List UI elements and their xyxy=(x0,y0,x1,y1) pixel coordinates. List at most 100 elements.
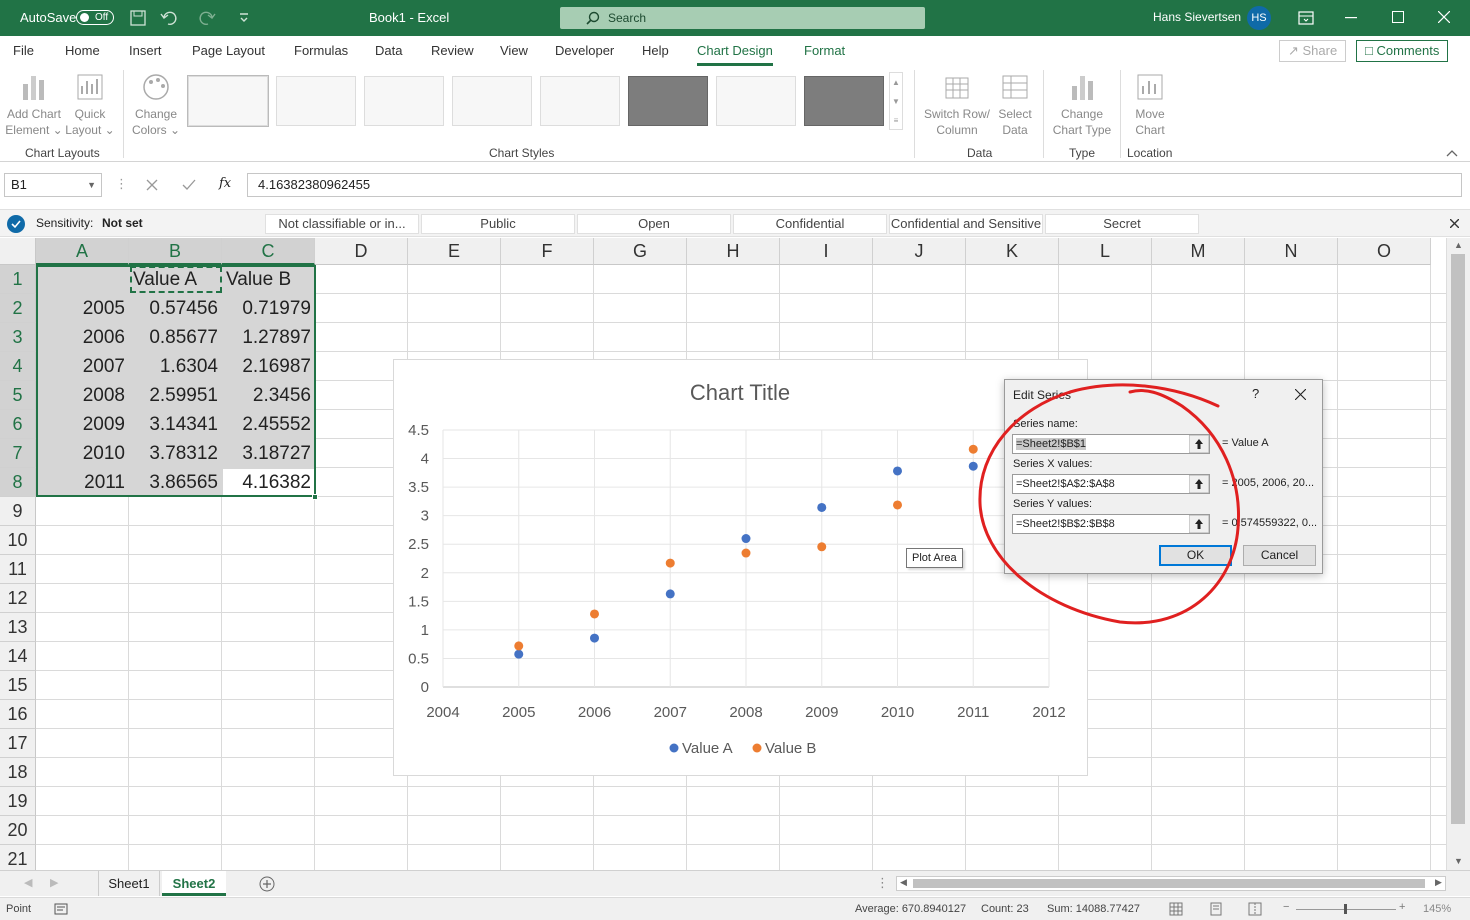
data-point-value-b[interactable] xyxy=(514,641,524,651)
horizontal-scrollbar[interactable]: ◀ ▶ xyxy=(896,876,1446,891)
row-header-14[interactable]: 14 xyxy=(0,642,36,671)
data-point-value-a[interactable] xyxy=(665,589,675,599)
maximize-icon[interactable] xyxy=(1392,11,1404,23)
column-header-f[interactable]: F xyxy=(501,238,594,265)
row-header-7[interactable]: 7 xyxy=(0,439,36,468)
cancel-button[interactable]: Cancel xyxy=(1243,545,1316,566)
tab-help[interactable]: Help xyxy=(642,43,669,58)
insert-function-icon[interactable]: fx xyxy=(219,176,231,191)
tab-formulas[interactable]: Formulas xyxy=(294,43,348,58)
change-colors-button[interactable]: Change Colors ⌄ xyxy=(128,72,184,138)
column-header-g[interactable]: G xyxy=(594,238,687,265)
chart-style-6[interactable] xyxy=(628,76,708,126)
row-header-18[interactable]: 18 xyxy=(0,758,36,787)
row-header-8[interactable]: 8 xyxy=(0,468,36,497)
macro-recording-icon[interactable] xyxy=(54,903,68,915)
data-point-value-a[interactable] xyxy=(514,649,524,659)
column-header-i[interactable]: I xyxy=(780,238,873,265)
column-header-l[interactable]: L xyxy=(1059,238,1152,265)
save-icon[interactable] xyxy=(130,10,146,26)
row-header-10[interactable]: 10 xyxy=(0,526,36,555)
column-header-b[interactable]: B xyxy=(129,238,222,265)
prev-sheet-icon[interactable]: ◀ xyxy=(24,876,32,889)
confirm-entry-icon[interactable] xyxy=(182,179,196,191)
horizontal-scroll-thumb[interactable] xyxy=(913,879,1425,888)
chart-style-5[interactable] xyxy=(540,76,620,126)
tab-developer[interactable]: Developer xyxy=(555,43,614,58)
customize-quick-access-icon[interactable] xyxy=(238,12,250,24)
data-point-value-b[interactable] xyxy=(817,542,827,552)
share-button[interactable]: ↗ Share xyxy=(1279,40,1347,62)
zoom-slider-thumb[interactable] xyxy=(1344,904,1347,914)
tab-file[interactable]: File xyxy=(13,43,34,58)
sheet-tab-sheet1[interactable]: Sheet1 xyxy=(98,871,160,896)
row-header-21[interactable]: 21 xyxy=(0,845,36,870)
row-header-16[interactable]: 16 xyxy=(0,700,36,729)
chart-title[interactable]: Chart Title xyxy=(690,380,790,405)
chart-style-4[interactable] xyxy=(452,76,532,126)
sensitivity-confidential-sensitive-button[interactable]: Confidential and Sensitive xyxy=(889,214,1043,234)
cancel-entry-icon[interactable] xyxy=(146,179,158,191)
row-header-9[interactable]: 9 xyxy=(0,497,36,526)
column-header-d[interactable]: D xyxy=(315,238,408,265)
tab-chart-design[interactable]: Chart Design xyxy=(697,43,773,66)
sensitivity-not-classifiable-button[interactable]: Not classifiable or in... xyxy=(265,214,419,234)
row-header-3[interactable]: 3 xyxy=(0,323,36,352)
column-header-c[interactable]: C xyxy=(222,238,315,265)
fill-handle[interactable] xyxy=(312,494,318,500)
sensitivity-secret-button[interactable]: Secret xyxy=(1045,214,1199,234)
row-header-15[interactable]: 15 xyxy=(0,671,36,700)
comments-button[interactable]: □ Comments xyxy=(1356,40,1449,62)
ribbon-display-options-icon[interactable] xyxy=(1298,11,1314,25)
row-header-4[interactable]: 4 xyxy=(0,352,36,381)
row-header-17[interactable]: 17 xyxy=(0,729,36,758)
next-sheet-icon[interactable]: ▶ xyxy=(50,876,58,889)
sensitivity-public-button[interactable]: Public xyxy=(421,214,575,234)
vertical-scroll-thumb[interactable] xyxy=(1451,254,1465,824)
row-header-19[interactable]: 19 xyxy=(0,787,36,816)
column-header-n[interactable]: N xyxy=(1245,238,1338,265)
undo-icon[interactable] xyxy=(160,10,178,26)
zoom-out-button[interactable]: − xyxy=(1283,901,1289,913)
row-header-1[interactable]: 1 xyxy=(0,265,36,294)
row-header-11[interactable]: 11 xyxy=(0,555,36,584)
search-box[interactable]: Search xyxy=(560,7,925,29)
formula-input[interactable]: 4.16382380962455 xyxy=(247,173,1462,197)
select-all-corner[interactable] xyxy=(0,238,36,265)
tab-view[interactable]: View xyxy=(500,43,528,58)
data-point-value-a[interactable] xyxy=(817,502,827,512)
column-header-a[interactable]: A xyxy=(36,238,129,265)
data-point-value-b[interactable] xyxy=(893,500,902,510)
sensitivity-confidential-button[interactable]: Confidential xyxy=(733,214,887,234)
redo-icon[interactable] xyxy=(198,10,216,26)
column-header-k[interactable]: K xyxy=(966,238,1059,265)
name-box[interactable]: B1 ▼ xyxy=(4,173,102,197)
tab-page-layout[interactable]: Page Layout xyxy=(192,43,265,58)
chart-styles-scroll[interactable]: ▲ ▼ ≡ xyxy=(889,72,903,130)
chart-style-2[interactable] xyxy=(276,76,356,126)
tab-review[interactable]: Review xyxy=(431,43,474,58)
chart-style-8[interactable] xyxy=(804,76,884,126)
page-layout-view-icon[interactable] xyxy=(1209,902,1223,916)
quick-layout-button[interactable]: Quick Layout ⌄ xyxy=(64,72,116,138)
move-chart-button[interactable]: Move Chart xyxy=(1124,72,1176,138)
close-icon[interactable] xyxy=(1438,11,1450,23)
data-point-value-b[interactable] xyxy=(590,609,599,619)
data-point-value-a[interactable] xyxy=(590,633,599,643)
add-chart-element-button[interactable]: Add Chart Element ⌄ xyxy=(4,72,64,138)
row-header-20[interactable]: 20 xyxy=(0,816,36,845)
close-sensitivity-icon[interactable] xyxy=(1450,219,1459,228)
column-header-m[interactable]: M xyxy=(1152,238,1245,265)
column-header-j[interactable]: J xyxy=(873,238,966,265)
data-point-value-a[interactable] xyxy=(893,466,902,476)
tab-data[interactable]: Data xyxy=(375,43,402,58)
vertical-scrollbar[interactable]: ▲ ▼ xyxy=(1446,238,1470,870)
switch-row-column-button[interactable]: Switch Row/Column xyxy=(920,72,994,138)
minimize-icon[interactable] xyxy=(1345,17,1357,19)
data-point-value-a[interactable] xyxy=(741,534,751,544)
avatar[interactable]: HS xyxy=(1247,6,1271,30)
tab-split-grip[interactable]: ⋮ xyxy=(876,875,889,891)
column-header-e[interactable]: E xyxy=(408,238,501,265)
column-header-h[interactable]: H xyxy=(687,238,780,265)
chart-style-1[interactable] xyxy=(187,75,269,127)
